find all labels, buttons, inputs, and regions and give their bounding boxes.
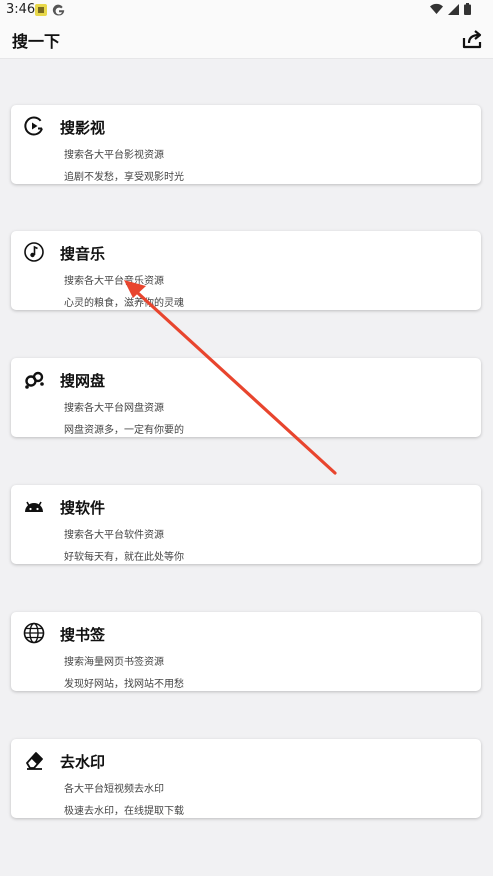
card-description: 搜索各大平台影视资源 bbox=[64, 150, 164, 161]
eraser-icon bbox=[26, 752, 43, 770]
card-search-software[interactable]: 搜软件 搜索各大平台软件资源 好软每天有，就在此处等你 bbox=[11, 485, 481, 564]
card-search-video[interactable]: 搜影视 搜索各大平台影视资源 追剧不发愁，享受观影时光 bbox=[11, 105, 481, 184]
card-description: 搜索各大平台音乐资源 bbox=[64, 276, 164, 287]
notification-icon bbox=[35, 4, 47, 16]
app-bar: 搜一下 bbox=[0, 22, 493, 59]
card-subtitle: 追剧不发愁，享受观影时光 bbox=[64, 172, 184, 183]
android-icon bbox=[25, 501, 43, 512]
card-description: 搜索各大平台网盘资源 bbox=[64, 403, 164, 414]
google-icon bbox=[52, 4, 65, 16]
signal-icon bbox=[448, 3, 459, 15]
globe-icon bbox=[23, 622, 45, 644]
card-subtitle: 网盘资源多，一定有你要的 bbox=[64, 425, 184, 436]
card-subtitle: 极速去水印，在线提取下载 bbox=[64, 806, 184, 817]
card-search-music[interactable]: 搜音乐 搜索各大平台音乐资源 心灵的粮食，滋养你的灵魂 bbox=[11, 231, 481, 310]
page-title: 搜一下 bbox=[12, 32, 61, 51]
card-title: 搜书签 bbox=[60, 626, 106, 644]
card-description: 各大平台短视频去水印 bbox=[64, 784, 164, 795]
card-title: 搜软件 bbox=[60, 499, 106, 517]
card-description: 搜索海量网页书签资源 bbox=[64, 657, 164, 668]
play-circle-icon bbox=[24, 116, 43, 136]
status-time: 3:46 bbox=[6, 2, 36, 17]
card-title: 搜影视 bbox=[60, 119, 106, 137]
card-search-bookmarks[interactable]: 搜书签 搜索海量网页书签资源 发现好网站，找网站不用愁 bbox=[11, 612, 481, 691]
card-search-cloud-disk[interactable]: 搜网盘 搜索各大平台网盘资源 网盘资源多，一定有你要的 bbox=[11, 358, 481, 437]
card-remove-watermark[interactable]: 去水印 各大平台短视频去水印 极速去水印，在线提取下载 bbox=[11, 739, 481, 818]
card-subtitle: 发现好网站，找网站不用愁 bbox=[64, 679, 184, 690]
status-bar: 3:46 bbox=[0, 0, 493, 22]
card-title: 去水印 bbox=[60, 753, 106, 771]
card-subtitle: 心灵的粮食，滋养你的灵魂 bbox=[64, 298, 184, 309]
card-description: 搜索各大平台软件资源 bbox=[64, 530, 164, 541]
status-right-icons bbox=[430, 3, 471, 15]
share-icon[interactable] bbox=[461, 28, 483, 50]
status-left-icons bbox=[34, 3, 66, 17]
card-subtitle: 好软每天有，就在此处等你 bbox=[64, 552, 184, 563]
music-note-icon bbox=[24, 242, 44, 262]
cloud-disk-icon bbox=[25, 371, 44, 389]
card-title: 搜音乐 bbox=[60, 245, 106, 263]
battery-icon bbox=[464, 3, 471, 15]
card-title: 搜网盘 bbox=[60, 372, 106, 390]
wifi-icon bbox=[430, 3, 443, 14]
